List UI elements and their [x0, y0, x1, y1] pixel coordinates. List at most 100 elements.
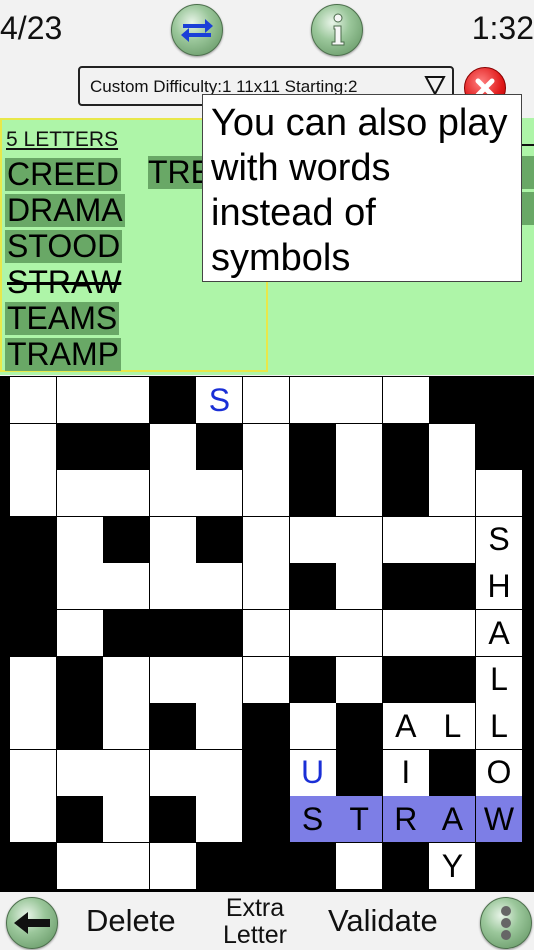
- word-tramp[interactable]: TRAMP: [5, 338, 121, 371]
- grid-cell-r7-c6[interactable]: [289, 703, 336, 750]
- grid-cell-r7-c8[interactable]: A: [382, 703, 429, 750]
- grid-cell-r5-c7[interactable]: [336, 610, 383, 656]
- grid-cell-r2-c10[interactable]: [476, 470, 522, 517]
- grid-cell-r0-c5[interactable]: [243, 377, 289, 423]
- delete-button[interactable]: Delete: [86, 903, 176, 939]
- grid-cell-r5-c1[interactable]: [56, 610, 103, 656]
- grid-cell-r6-c2[interactable]: [103, 656, 150, 703]
- word-creed[interactable]: CREED: [5, 158, 122, 191]
- grid-cell-r2-c2[interactable]: [103, 470, 150, 517]
- grid-cell-r6-c10[interactable]: L: [476, 656, 522, 703]
- grid-cell-r1-c7[interactable]: [336, 423, 383, 470]
- grid-cell-r9-c0[interactable]: [10, 796, 56, 843]
- grid-cell-r5-c8[interactable]: [382, 610, 429, 656]
- grid-cell-r9-c10[interactable]: W: [476, 796, 522, 843]
- grid-cell-r5-c5[interactable]: [243, 610, 289, 656]
- menu-button[interactable]: [480, 897, 532, 949]
- grid-cell-r2-c1[interactable]: [56, 470, 103, 517]
- extra-letter-line2: Letter: [223, 921, 287, 949]
- grid-cell-r6-c7[interactable]: [336, 656, 383, 703]
- grid-cell-r9-c2[interactable]: [103, 796, 150, 843]
- grid-cell-r5-c10[interactable]: A: [476, 610, 522, 656]
- grid-cell-r1-c0[interactable]: [10, 423, 56, 470]
- grid-cell-r4-c3[interactable]: [149, 563, 196, 610]
- validate-button[interactable]: Validate: [328, 903, 438, 939]
- grid-cell-r8-c1[interactable]: [56, 749, 103, 796]
- grid-cell-r8-c0[interactable]: [10, 749, 56, 796]
- grid-cell-r2-c3[interactable]: [149, 470, 196, 517]
- grid-cell-r8-c4[interactable]: [196, 749, 243, 796]
- grid-cell-r6-c0[interactable]: [10, 656, 56, 703]
- grid-cell-r0-c4[interactable]: S: [196, 377, 243, 423]
- grid-cell-r3-c8[interactable]: [382, 516, 429, 563]
- grid-cell-r2-c0[interactable]: [10, 470, 56, 517]
- grid-cell-r3-c3[interactable]: [149, 516, 196, 563]
- grid-cell-r2-c4[interactable]: [196, 470, 243, 517]
- grid-cell-r8-c10[interactable]: O: [476, 749, 522, 796]
- grid-cell-r6-c3[interactable]: [149, 656, 196, 703]
- grid-cell-r2-c9[interactable]: [429, 470, 476, 517]
- hint-tooltip[interactable]: You can also play with words instead of …: [202, 94, 522, 282]
- grid-cell-r3-c6[interactable]: [289, 516, 336, 563]
- grid-cell-r5-c9[interactable]: [429, 610, 476, 656]
- word-straw-found[interactable]: STRAW: [5, 266, 123, 299]
- grid-cell-r7-c0[interactable]: [10, 703, 56, 750]
- grid-cell-r0-c0[interactable]: [10, 377, 56, 423]
- grid-cell-r7-c10[interactable]: L: [476, 703, 522, 750]
- grid-cell-r10-c9[interactable]: Y: [429, 843, 476, 889]
- grid-cell-r3-c7[interactable]: [336, 516, 383, 563]
- grid-cell-r3-c9[interactable]: [429, 516, 476, 563]
- word-teams[interactable]: TEAMS: [5, 302, 120, 335]
- grid-cell-r7-c4[interactable]: [196, 703, 243, 750]
- grid-cell-r9-c7[interactable]: T: [336, 796, 383, 843]
- grid-cell-r7-c2[interactable]: [103, 703, 150, 750]
- grid-cell-r5-c6[interactable]: [289, 610, 336, 656]
- grid-cell-r4-c4[interactable]: [196, 563, 243, 610]
- word-stood[interactable]: STOOD: [5, 230, 123, 263]
- grid-cell-r8-c3[interactable]: [149, 749, 196, 796]
- grid-cell-r0-c6[interactable]: [289, 377, 336, 423]
- extra-letter-button[interactable]: Extra Letter: [220, 895, 290, 949]
- grid-cell-r8-c2[interactable]: [103, 749, 150, 796]
- grid-cell-r10-c1[interactable]: [56, 843, 103, 889]
- grid-cell-r4-c1[interactable]: [56, 563, 103, 610]
- grid-cell-r6-c5[interactable]: [243, 656, 289, 703]
- grid-cell-r9-c8[interactable]: R: [382, 796, 429, 843]
- grid-cell-r3-c5[interactable]: [243, 516, 289, 563]
- grid-cell-r10-c2[interactable]: [103, 843, 150, 889]
- grid-cell-r1-c3[interactable]: [149, 423, 196, 470]
- grid-cell-r2-c5[interactable]: [243, 470, 289, 517]
- grid-cell-r10-c7[interactable]: [336, 843, 383, 889]
- grid-cell-r4-c5[interactable]: [243, 563, 289, 610]
- info-button[interactable]: [311, 4, 363, 56]
- grid-cell-r6-c4[interactable]: [196, 656, 243, 703]
- timer: 1:32: [471, 10, 534, 46]
- grid-cell-r0-c2[interactable]: [103, 377, 150, 423]
- grid-cell-r4-c2[interactable]: [103, 563, 150, 610]
- grid-cell-r4-c10[interactable]: H: [476, 563, 522, 610]
- swap-button[interactable]: [171, 4, 223, 56]
- grid-cell-r1-c9[interactable]: [429, 423, 476, 470]
- grid-cell-r4-c7[interactable]: [336, 563, 383, 610]
- grid-cell-r3-c10[interactable]: S: [476, 516, 522, 563]
- grid-cell-r1-c5[interactable]: [243, 423, 289, 470]
- grid-cell-r7-c9[interactable]: L: [429, 703, 476, 750]
- grid-cell-r8-c6[interactable]: U: [289, 749, 336, 796]
- back-button[interactable]: [6, 897, 58, 949]
- chevron-down-icon: [424, 76, 446, 96]
- swap-arrows-icon: [181, 19, 213, 42]
- grid-cell-r3-c1[interactable]: [56, 516, 103, 563]
- grid-cell-r0-c1[interactable]: [56, 377, 103, 423]
- word-drama[interactable]: DRAMA: [5, 194, 125, 227]
- extra-letter-line1: Extra: [225, 894, 285, 922]
- arrow-left-icon: [14, 912, 50, 934]
- grid-cell-r2-c7[interactable]: [336, 470, 383, 517]
- grid-cell-r0-c8[interactable]: [382, 377, 429, 423]
- grid-cell-r10-c3[interactable]: [149, 843, 196, 889]
- grid-cell-r9-c9[interactable]: A: [429, 796, 476, 843]
- grid-cell-r9-c4[interactable]: [196, 796, 243, 843]
- grid-cell-r8-c8[interactable]: I: [382, 749, 429, 796]
- grid-cell-r9-c6[interactable]: S: [289, 796, 336, 843]
- bottom-toolbar: Delete Extra Letter Validate: [0, 893, 534, 950]
- grid-cell-r0-c7[interactable]: [336, 377, 383, 423]
